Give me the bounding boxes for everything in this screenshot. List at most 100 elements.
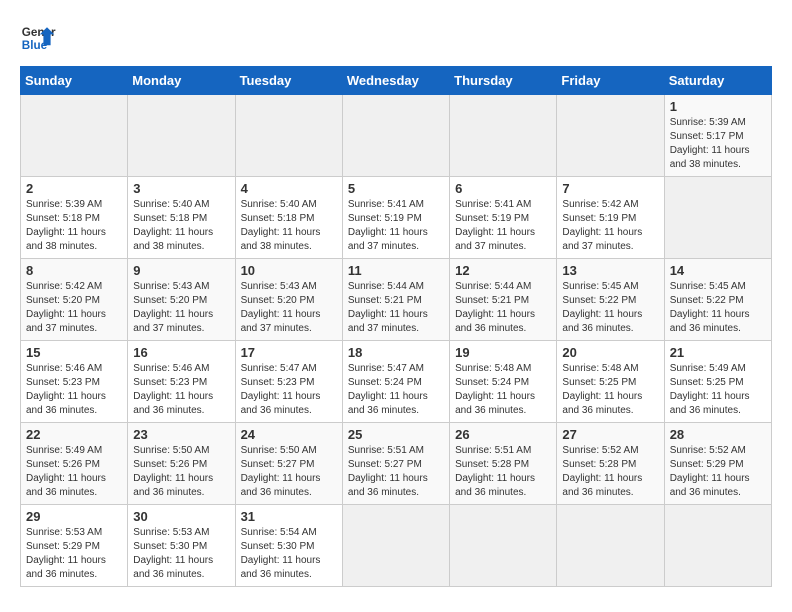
day-number: 22 <box>26 427 122 442</box>
day-number: 3 <box>133 181 229 196</box>
day-info: Sunrise: 5:52 AMSunset: 5:28 PMDaylight:… <box>562 444 658 500</box>
day-cell-30: 30 Sunrise: 5:53 AMSunset: 5:30 PMDayligh… <box>128 505 235 587</box>
day-cell-28: 28 Sunrise: 5:52 AMSunset: 5:29 PMDayligh… <box>664 423 771 505</box>
day-number: 19 <box>455 345 551 360</box>
day-cell-31: 31 Sunrise: 5:54 AMSunset: 5:30 PMDayligh… <box>235 505 342 587</box>
day-cell-8: 8 Sunrise: 5:42 AMSunset: 5:20 PMDaylight… <box>21 259 128 341</box>
day-info: Sunrise: 5:43 AMSunset: 5:20 PMDaylight:… <box>133 280 229 336</box>
day-info: Sunrise: 5:48 AMSunset: 5:24 PMDaylight:… <box>455 362 551 418</box>
day-cell-26: 26Sunrise: 5:51 AMSunset: 5:28 PMDayligh… <box>450 423 557 505</box>
day-number: 9 <box>133 263 229 278</box>
day-info: Sunrise: 5:51 AMSunset: 5:28 PMDaylight:… <box>455 444 551 500</box>
day-info: Sunrise: 5:54 AMSunset: 5:30 PMDaylight:… <box>241 526 337 582</box>
day-info: Sunrise: 5:46 AMSunset: 5:23 PMDaylight:… <box>133 362 229 418</box>
day-number: 16 <box>133 345 229 360</box>
day-number: 23 <box>133 427 229 442</box>
day-info: Sunrise: 5:47 AMSunset: 5:24 PMDaylight:… <box>348 362 444 418</box>
day-number: 4 <box>241 181 337 196</box>
calendar-table: SundayMondayTuesdayWednesdayThursdayFrid… <box>20 66 772 587</box>
day-cell-5: 5 Sunrise: 5:41 AMSunset: 5:19 PMDaylight… <box>342 177 449 259</box>
day-number: 27 <box>562 427 658 442</box>
column-header-sunday: Sunday <box>21 67 128 95</box>
day-cell-3: 3 Sunrise: 5:40 AMSunset: 5:18 PMDaylight… <box>128 177 235 259</box>
day-cell-6: 6 Sunrise: 5:41 AMSunset: 5:19 PMDaylight… <box>450 177 557 259</box>
day-number: 29 <box>26 509 122 524</box>
empty-cell <box>342 505 449 587</box>
day-cell-20: 20 Sunrise: 5:48 AMSunset: 5:25 PMDayligh… <box>557 341 664 423</box>
day-info: Sunrise: 5:39 AMSunset: 5:17 PMDaylight:… <box>670 116 766 172</box>
day-info: Sunrise: 5:53 AMSunset: 5:30 PMDaylight:… <box>133 526 229 582</box>
day-cell-4: 4 Sunrise: 5:40 AMSunset: 5:18 PMDaylight… <box>235 177 342 259</box>
day-number: 12 <box>455 263 551 278</box>
empty-cell <box>21 95 128 177</box>
day-info: Sunrise: 5:49 AMSunset: 5:26 PMDaylight:… <box>26 444 122 500</box>
logo: General Blue <box>20 20 56 56</box>
day-cell-19: 19 Sunrise: 5:48 AMSunset: 5:24 PMDayligh… <box>450 341 557 423</box>
day-number: 5 <box>348 181 444 196</box>
day-number: 15 <box>26 345 122 360</box>
day-number: 18 <box>348 345 444 360</box>
day-info: Sunrise: 5:41 AMSunset: 5:19 PMDaylight:… <box>455 198 551 254</box>
day-info: Sunrise: 5:50 AMSunset: 5:26 PMDaylight:… <box>133 444 229 500</box>
day-info: Sunrise: 5:48 AMSunset: 5:25 PMDaylight:… <box>562 362 658 418</box>
day-number: 31 <box>241 509 337 524</box>
day-info: Sunrise: 5:42 AMSunset: 5:19 PMDaylight:… <box>562 198 658 254</box>
day-number: 2 <box>26 181 122 196</box>
day-cell-9: 9 Sunrise: 5:43 AMSunset: 5:20 PMDaylight… <box>128 259 235 341</box>
day-cell-25: 25 Sunrise: 5:51 AMSunset: 5:27 PMDayligh… <box>342 423 449 505</box>
day-cell-23: 23 Sunrise: 5:50 AMSunset: 5:26 PMDayligh… <box>128 423 235 505</box>
day-cell-1: 1 Sunrise: 5:39 AMSunset: 5:17 PMDaylight… <box>664 95 771 177</box>
day-number: 1 <box>670 99 766 114</box>
column-header-wednesday: Wednesday <box>342 67 449 95</box>
day-number: 8 <box>26 263 122 278</box>
calendar-header: SundayMondayTuesdayWednesdayThursdayFrid… <box>21 67 772 95</box>
day-cell-2: 2 Sunrise: 5:39 AMSunset: 5:18 PMDaylight… <box>21 177 128 259</box>
day-cell-17: 17Sunrise: 5:47 AMSunset: 5:23 PMDayligh… <box>235 341 342 423</box>
day-cell-22: 22 Sunrise: 5:49 AMSunset: 5:26 PMDayligh… <box>21 423 128 505</box>
day-cell-14: 14Sunrise: 5:45 AMSunset: 5:22 PMDayligh… <box>664 259 771 341</box>
empty-cell <box>557 505 664 587</box>
day-info: Sunrise: 5:51 AMSunset: 5:27 PMDaylight:… <box>348 444 444 500</box>
day-info: Sunrise: 5:41 AMSunset: 5:19 PMDaylight:… <box>348 198 444 254</box>
empty-cell <box>342 95 449 177</box>
day-number: 10 <box>241 263 337 278</box>
day-number: 25 <box>348 427 444 442</box>
calendar-body: 1 Sunrise: 5:39 AMSunset: 5:17 PMDaylight… <box>21 95 772 587</box>
day-cell-18: 18 Sunrise: 5:47 AMSunset: 5:24 PMDayligh… <box>342 341 449 423</box>
empty-cell <box>664 505 771 587</box>
empty-cell <box>450 505 557 587</box>
day-info: Sunrise: 5:52 AMSunset: 5:29 PMDaylight:… <box>670 444 766 500</box>
day-info: Sunrise: 5:43 AMSunset: 5:20 PMDaylight:… <box>241 280 337 336</box>
day-info: Sunrise: 5:44 AMSunset: 5:21 PMDaylight:… <box>455 280 551 336</box>
day-info: Sunrise: 5:44 AMSunset: 5:21 PMDaylight:… <box>348 280 444 336</box>
header: General Blue <box>20 20 772 56</box>
day-number: 13 <box>562 263 658 278</box>
day-cell-10: 10 Sunrise: 5:43 AMSunset: 5:20 PMDayligh… <box>235 259 342 341</box>
day-number: 20 <box>562 345 658 360</box>
column-header-thursday: Thursday <box>450 67 557 95</box>
day-info: Sunrise: 5:40 AMSunset: 5:18 PMDaylight:… <box>241 198 337 254</box>
day-number: 7 <box>562 181 658 196</box>
column-header-friday: Friday <box>557 67 664 95</box>
day-info: Sunrise: 5:53 AMSunset: 5:29 PMDaylight:… <box>26 526 122 582</box>
day-cell-24: 24Sunrise: 5:50 AMSunset: 5:27 PMDayligh… <box>235 423 342 505</box>
empty-cell <box>235 95 342 177</box>
empty-cell <box>664 177 771 259</box>
day-cell-13: 13Sunrise: 5:45 AMSunset: 5:22 PMDayligh… <box>557 259 664 341</box>
day-number: 30 <box>133 509 229 524</box>
day-info: Sunrise: 5:40 AMSunset: 5:18 PMDaylight:… <box>133 198 229 254</box>
day-number: 24 <box>241 427 337 442</box>
day-number: 21 <box>670 345 766 360</box>
day-cell-21: 21Sunrise: 5:49 AMSunset: 5:25 PMDayligh… <box>664 341 771 423</box>
day-number: 6 <box>455 181 551 196</box>
day-cell-11: 11Sunrise: 5:44 AMSunset: 5:21 PMDayligh… <box>342 259 449 341</box>
day-info: Sunrise: 5:39 AMSunset: 5:18 PMDaylight:… <box>26 198 122 254</box>
column-header-saturday: Saturday <box>664 67 771 95</box>
day-info: Sunrise: 5:45 AMSunset: 5:22 PMDaylight:… <box>670 280 766 336</box>
day-number: 28 <box>670 427 766 442</box>
column-header-monday: Monday <box>128 67 235 95</box>
day-cell-29: 29 Sunrise: 5:53 AMSunset: 5:29 PMDayligh… <box>21 505 128 587</box>
empty-cell <box>557 95 664 177</box>
column-header-tuesday: Tuesday <box>235 67 342 95</box>
day-info: Sunrise: 5:42 AMSunset: 5:20 PMDaylight:… <box>26 280 122 336</box>
